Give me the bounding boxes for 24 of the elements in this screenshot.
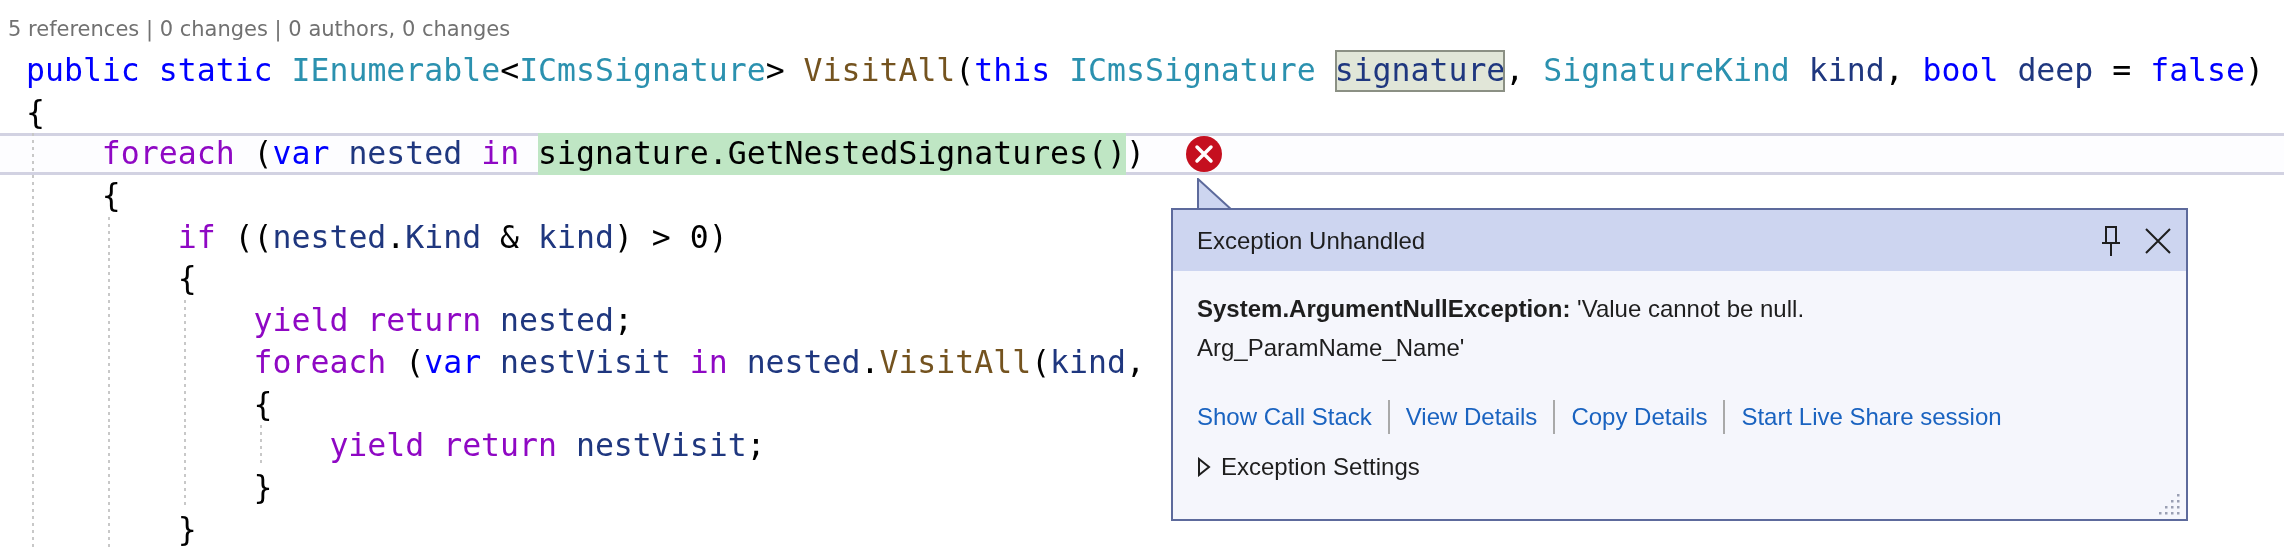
resize-grip-icon[interactable] — [2158, 491, 2182, 515]
action-link[interactable]: View Details — [1405, 403, 1538, 431]
action-link[interactable]: Show Call Stack — [1197, 403, 1372, 431]
popup-title: Exception Unhandled — [1197, 226, 1427, 255]
error-icon[interactable] — [1184, 135, 1223, 174]
code-line: if ((nested.Kind & kind) > 0) — [177, 219, 728, 256]
code-line: yield return nestVisit; — [329, 428, 766, 464]
code-lens[interactable]: 5 references | 0 changes | 0 authors, 0 changes — [0, 8, 2284, 50]
exception-message: System.ArgumentNullException: 'Value cannot be null. Arg_ParamName_Name' — [1197, 294, 1806, 363]
expander-icon[interactable] — [1197, 457, 1211, 477]
settings-label[interactable]: Exception Settings — [1221, 453, 1420, 481]
action-link[interactable]: Copy Details — [1571, 403, 1708, 431]
action-link[interactable]: Start Live Share session — [1741, 403, 2002, 431]
code-line: { — [177, 261, 197, 298]
code-line: { — [26, 94, 45, 131]
code-line: { — [101, 178, 121, 214]
code-line: } — [177, 511, 197, 547]
close-icon[interactable] — [2144, 226, 2172, 255]
code-line: { — [253, 386, 273, 423]
pin-icon[interactable] — [2100, 224, 2122, 257]
code-line: } — [253, 469, 273, 506]
code-line: foreach (var nestVisit in nested.VisitAll(kind, — [253, 344, 1145, 381]
code-line: public static IEnumerable<ICmsSignature> VisitAll(this ICmsSignature signature, SignatureKind kind, bool deep = false) — [26, 53, 2264, 89]
code-line: yield return nested; — [253, 303, 633, 339]
